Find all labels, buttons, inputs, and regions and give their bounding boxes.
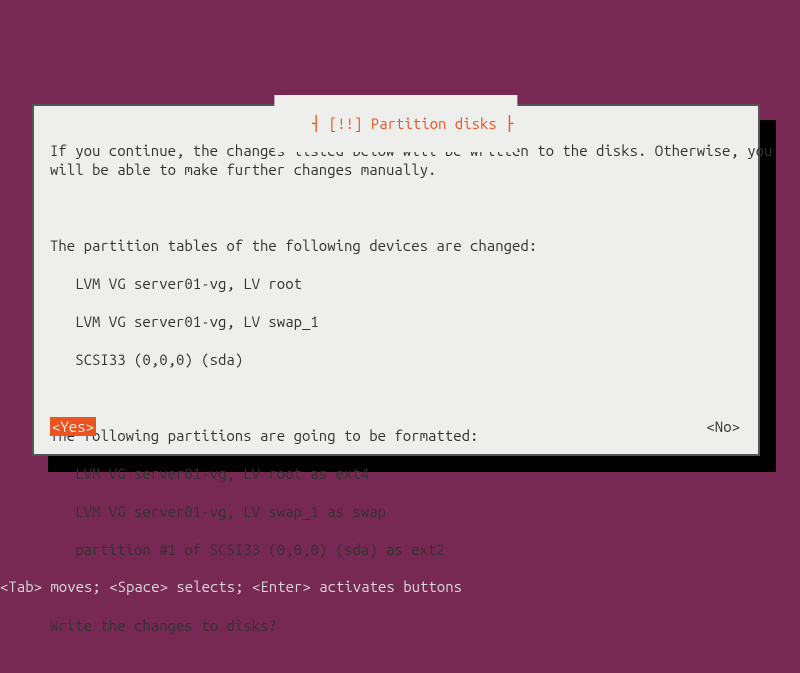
footer-hint: <Tab> moves; <Space> selects; <Enter> ac…	[0, 577, 462, 596]
tables-item: LVM VG server01-vg, LV swap_1	[50, 312, 742, 331]
button-row: <Yes> <No>	[50, 417, 742, 436]
partition-disks-dialog: ┤ [!!] Partition disks ├ If you continue…	[32, 104, 760, 456]
dialog-title-open: ┤	[312, 115, 329, 132]
blank-line	[50, 388, 742, 407]
no-button[interactable]: <No>	[704, 417, 742, 436]
blank-line	[50, 198, 742, 217]
dialog-title-close: ├	[497, 115, 514, 132]
prompt-text: Write the changes to disks?	[50, 616, 742, 635]
yes-button[interactable]: <Yes>	[50, 417, 96, 436]
tables-item: SCSI33 (0,0,0) (sda)	[50, 350, 742, 369]
dialog-title-text: [!!] Partition disks	[329, 115, 497, 132]
format-item: partition #1 of SCSI33 (0,0,0) (sda) as …	[50, 540, 742, 559]
tables-header: The partition tables of the following de…	[50, 236, 742, 255]
tables-item: LVM VG server01-vg, LV root	[50, 274, 742, 293]
format-item: LVM VG server01-vg, LV root as ext4	[50, 464, 742, 483]
format-item: LVM VG server01-vg, LV swap_1 as swap	[50, 502, 742, 521]
